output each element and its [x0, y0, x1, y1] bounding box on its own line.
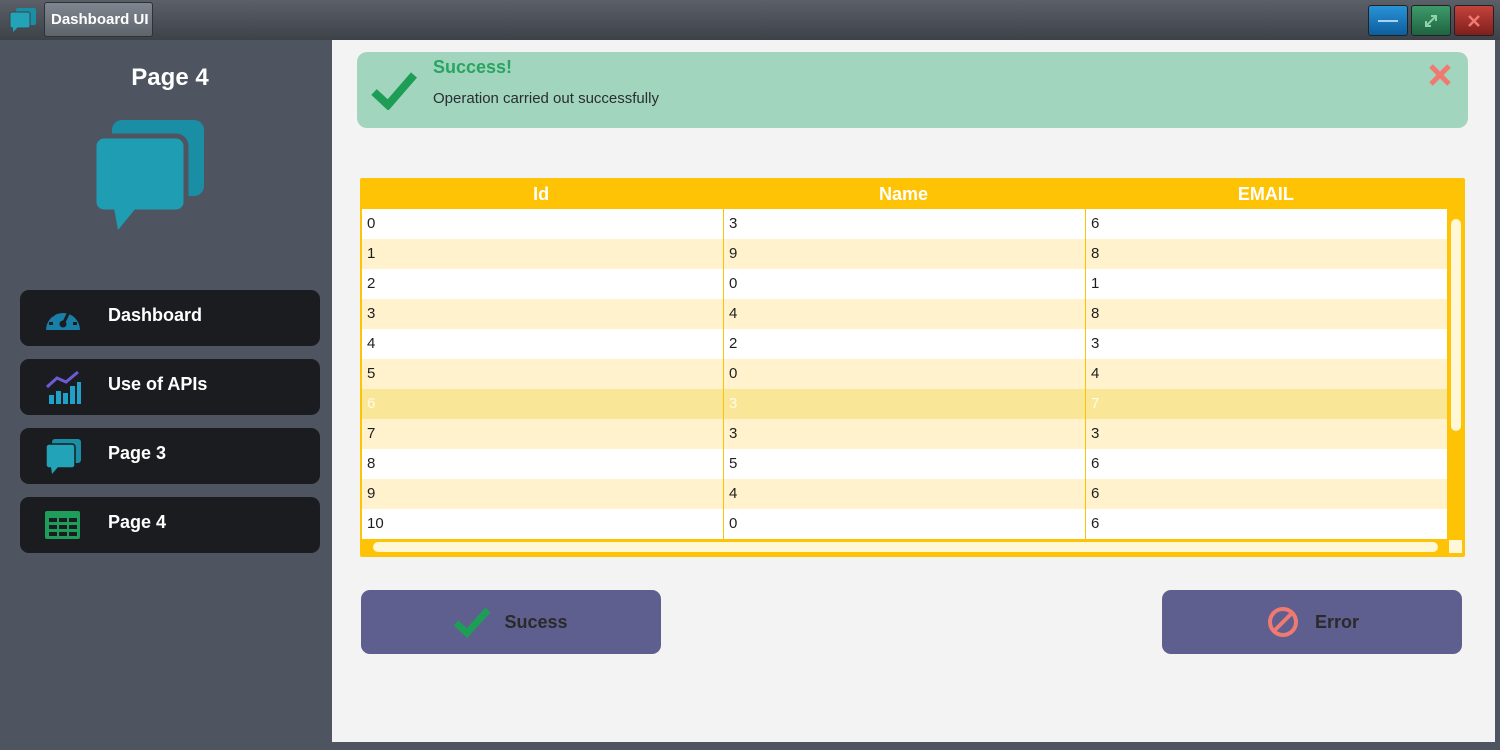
chat-bubbles-icon [45, 439, 81, 474]
check-icon [454, 607, 491, 638]
table-cell: 8 [1091, 305, 1100, 322]
table-cell: 4 [724, 479, 1086, 509]
table-cell: 8 [1091, 245, 1100, 262]
table-cell: 3 [724, 419, 1086, 449]
table-cell: 5 [362, 359, 724, 389]
main-content: Success! Operation carried out successfu… [332, 40, 1495, 742]
table-row[interactable]: 198 [362, 239, 1447, 269]
table-cell: 8 [362, 449, 724, 479]
maximize-icon [1425, 14, 1437, 27]
table-header: Id Name EMAIL [360, 178, 1447, 209]
table-cell: 6 [1091, 485, 1100, 502]
table-cell: 0 [724, 359, 1086, 389]
table-cell: 7 [1091, 395, 1100, 412]
table-cell: 4 [1091, 365, 1100, 382]
sidebar-item-page-4[interactable]: Page 4 [20, 497, 320, 553]
success-button-label: Sucess [504, 611, 568, 632]
success-alert: Success! Operation carried out successfu… [357, 52, 1468, 128]
scrollbar-corner [1449, 540, 1462, 553]
minimize-icon [1378, 19, 1398, 22]
title-bar: Dashboard UI [0, 0, 1500, 40]
close-window-button[interactable] [1454, 5, 1494, 36]
sidebar-item-page-3[interactable]: Page 3 [20, 428, 320, 484]
close-icon[interactable] [1427, 62, 1453, 88]
table-cell: 6 [362, 389, 724, 419]
table-cell: 3 [1091, 425, 1100, 442]
table-cell: 3 [362, 299, 724, 329]
chat-bubbles-icon [9, 8, 36, 32]
error-button-label: Error [1314, 611, 1359, 632]
table-cell: 9 [362, 479, 724, 509]
table-row[interactable]: 423 [362, 329, 1447, 359]
table-cell: 0 [362, 209, 724, 239]
column-header-id[interactable]: Id [360, 178, 722, 209]
minimize-button[interactable] [1368, 5, 1408, 36]
table-row[interactable]: 856 [362, 449, 1447, 479]
table-body: 0 3 6 1 9 8 2 0 1 3 4 8 4 2 3 5 0 4 6 3 7 7 3 3 8 5 6 9 4 6 10 0 6 [362, 209, 1447, 539]
sidebar-item-label: Page 3 [108, 443, 167, 463]
table-cell: 1 [362, 239, 724, 269]
sidebar-title: Page 4 [131, 64, 209, 91]
table-row[interactable]: 201 [362, 269, 1447, 299]
table-cell: 3 [1091, 335, 1100, 352]
prohibited-icon [1267, 607, 1298, 637]
vertical-scrollbar[interactable] [1449, 209, 1465, 539]
success-button[interactable]: Sucess [361, 590, 661, 654]
table-cell: 2 [724, 329, 1086, 359]
table-cell: 4 [724, 299, 1086, 329]
table-row[interactable]: 504 [362, 359, 1447, 389]
sidebar-item-use-of-apis[interactable]: Use of APIs [20, 359, 320, 415]
table-cell: 7 [362, 419, 724, 449]
error-button[interactable]: Error [1162, 590, 1462, 654]
table-cell: 6 [1091, 215, 1100, 232]
close-icon [1468, 14, 1480, 27]
table-cell: 1 [1091, 275, 1100, 292]
table-row[interactable]: 036 [362, 209, 1447, 239]
maximize-button[interactable] [1411, 5, 1451, 36]
table-cell: 0 [724, 269, 1086, 299]
table-icon [45, 511, 80, 539]
table-cell: 2 [362, 269, 724, 299]
sidebar-item-dashboard[interactable]: Dashboard [20, 290, 320, 346]
alert-title: Success! [433, 57, 513, 77]
table-row[interactable]: 637 [362, 389, 1447, 419]
check-icon [371, 72, 417, 110]
table-cell: 9 [724, 239, 1086, 269]
data-table: Id Name EMAIL 03619820134842350463773385… [360, 178, 1465, 557]
speedometer-icon [46, 307, 80, 330]
sidebar-item-label: Use of APIs [108, 374, 208, 394]
sidebar: Page 4 Dashboard Use of APIs Page 3 Page… [0, 40, 332, 750]
sidebar-item-label: Page 4 [108, 512, 167, 532]
table-cell: 10 [362, 509, 724, 539]
chart-icon [45, 370, 81, 404]
window-title: Dashboard UI [44, 2, 153, 37]
horizontal-scrollbar[interactable] [360, 539, 1449, 557]
table-row[interactable]: 946 [362, 479, 1447, 509]
table-row[interactable]: 733 [362, 419, 1447, 449]
table-cell: 5 [724, 449, 1086, 479]
table-cell: 4 [362, 329, 724, 359]
column-header-email[interactable]: EMAIL [1085, 178, 1447, 209]
table-cell: 3 [724, 209, 1086, 239]
scrollbar-thumb[interactable] [1451, 219, 1461, 431]
table-cell: 0 [724, 509, 1086, 539]
table-cell: 3 [724, 389, 1086, 419]
scrollbar-thumb[interactable] [373, 542, 1438, 552]
alert-message: Operation carried out successfully [433, 90, 659, 107]
sidebar-item-label: Dashboard [108, 305, 203, 325]
table-row[interactable]: 348 [362, 299, 1447, 329]
table-cell: 6 [1091, 515, 1100, 532]
table-cell: 6 [1091, 455, 1100, 472]
table-row[interactable]: 10 0 6 [362, 509, 1447, 539]
column-header-name[interactable]: Name [722, 178, 1084, 209]
chat-bubbles-icon [94, 120, 204, 230]
